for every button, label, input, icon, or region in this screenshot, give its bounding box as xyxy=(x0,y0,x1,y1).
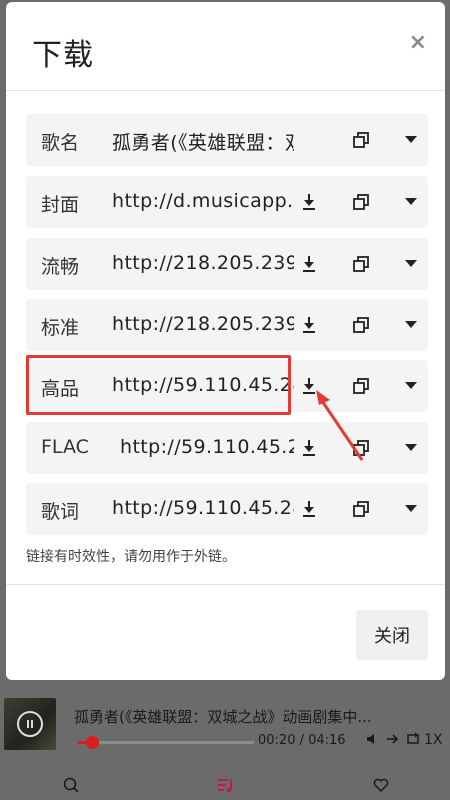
tab-bar xyxy=(0,774,450,800)
row-label: 流畅 xyxy=(41,256,80,278)
caret-down-icon[interactable] xyxy=(398,435,424,461)
next-arrow-icon[interactable] xyxy=(386,732,400,750)
row-url[interactable]: http://59.110.45.28 xyxy=(112,374,294,396)
pause-icon[interactable] xyxy=(17,711,43,737)
screen: 下载 × 歌名 孤勇者(《英雄联盟：双城之战》封面 http://d.musicap… xyxy=(0,0,450,800)
copy-icon[interactable] xyxy=(348,312,374,338)
row-label: 高品 xyxy=(41,378,80,400)
speed-label[interactable]: 1X xyxy=(424,732,443,748)
playlist-icon[interactable] xyxy=(216,776,238,798)
download-icon[interactable] xyxy=(296,189,322,215)
caret-down-icon[interactable] xyxy=(398,189,424,215)
caret-down-icon[interactable] xyxy=(398,496,424,522)
hint-text: 链接有时效性，请勿用作于外链。 xyxy=(26,549,236,565)
progress-bar[interactable] xyxy=(78,736,254,749)
progress-knob[interactable] xyxy=(86,736,100,749)
dialog-title: 下载 xyxy=(32,38,94,73)
row-label: 歌词 xyxy=(41,501,80,523)
link-row: 歌词 http://59.110.45.28 xyxy=(26,483,428,535)
caret-down-icon[interactable] xyxy=(398,312,424,338)
caret-down-icon[interactable] xyxy=(398,127,424,153)
heart-icon[interactable] xyxy=(372,776,394,798)
copy-icon[interactable] xyxy=(348,189,374,215)
row-url[interactable]: http://218.205.239.34 xyxy=(112,252,294,274)
download-icon[interactable] xyxy=(296,435,322,461)
divider-top xyxy=(6,90,445,91)
link-row: 流畅 http://218.205.239.34 xyxy=(26,238,428,290)
link-row: 封面 http://d.musicapp.migu.cn xyxy=(26,176,428,228)
link-row: 歌名 孤勇者(《英雄联盟：双城之战》 xyxy=(26,114,428,166)
row-label: FLAC xyxy=(41,436,89,458)
download-icon[interactable] xyxy=(296,373,322,399)
row-url[interactable]: http://218.205.239.34 xyxy=(112,313,294,335)
volume-icon[interactable] xyxy=(366,732,380,750)
download-icon[interactable] xyxy=(296,496,322,522)
row-url[interactable]: 孤勇者(《英雄联盟：双城之战》 xyxy=(112,128,294,155)
copy-icon[interactable] xyxy=(348,435,374,461)
link-row: FLAC http://59.110.45.28 xyxy=(26,422,428,474)
download-icon[interactable] xyxy=(296,251,322,277)
row-url[interactable]: http://59.110.45.28 xyxy=(120,436,294,458)
row-url[interactable]: http://d.musicapp.migu.cn xyxy=(112,190,294,212)
divider-bottom xyxy=(6,584,445,585)
caret-down-icon[interactable] xyxy=(398,373,424,399)
copy-icon[interactable] xyxy=(348,373,374,399)
row-url[interactable]: http://59.110.45.28 xyxy=(112,497,294,519)
row-label: 封面 xyxy=(41,194,80,216)
row-label: 歌名 xyxy=(41,132,80,154)
mini-player: 孤勇者(《英雄联盟：双城之战》动画剧集中... 00:20 / 04:16 1X xyxy=(0,688,450,800)
copy-icon[interactable] xyxy=(348,127,374,153)
copy-icon[interactable] xyxy=(348,496,374,522)
row-label: 标准 xyxy=(41,317,80,339)
repeat-icon[interactable] xyxy=(406,732,420,750)
close-icon[interactable]: × xyxy=(409,30,427,55)
download-dialog: 下载 × 歌名 孤勇者(《英雄联盟：双城之战》封面 http://d.musicap… xyxy=(6,2,445,680)
copy-icon[interactable] xyxy=(348,251,374,277)
link-row: 标准 http://218.205.239.34 xyxy=(26,299,428,351)
search-icon[interactable] xyxy=(62,776,84,798)
download-icon[interactable] xyxy=(296,312,322,338)
song-title: 孤勇者(《英雄联盟：双城之战》动画剧集中... xyxy=(74,708,372,726)
link-row: 高品 http://59.110.45.28 xyxy=(26,360,428,412)
caret-down-icon[interactable] xyxy=(398,251,424,277)
close-button[interactable]: 关闭 xyxy=(356,610,428,660)
playback-time: 00:20 / 04:16 xyxy=(258,733,346,748)
